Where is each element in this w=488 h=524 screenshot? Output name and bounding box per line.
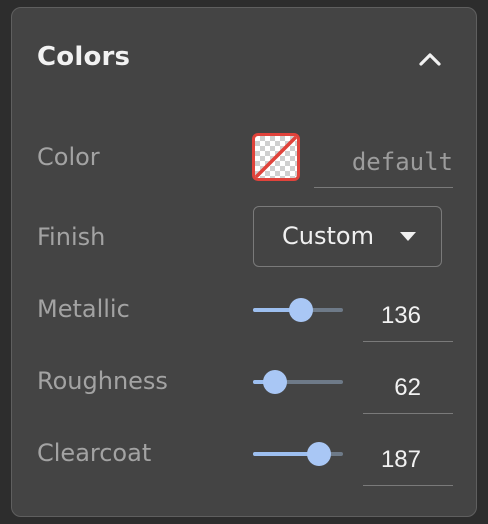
colors-panel: Colors Color Finish Custom Metallic Roug…: [11, 7, 477, 517]
slider-thumb[interactable]: [288, 298, 313, 322]
color-swatch[interactable]: [252, 133, 300, 181]
slider-thumb[interactable]: [306, 442, 331, 466]
roughness-slider[interactable]: [253, 370, 343, 394]
panel-title: Colors: [37, 42, 131, 72]
clearcoat-slider[interactable]: [253, 442, 343, 466]
roughness-label: Roughness: [37, 367, 168, 395]
finish-selected-value: Custom: [282, 222, 374, 250]
clearcoat-label: Clearcoat: [37, 439, 152, 467]
chevron-up-icon: [419, 53, 441, 66]
collapse-button[interactable]: [416, 48, 444, 70]
metallic-value-input[interactable]: [363, 290, 453, 342]
finish-label: Finish: [37, 223, 106, 251]
metallic-slider[interactable]: [253, 298, 343, 322]
roughness-value-input[interactable]: [363, 362, 453, 414]
finish-select[interactable]: Custom: [253, 206, 442, 267]
metallic-label: Metallic: [37, 295, 130, 323]
no-color-swatch-icon: [255, 136, 297, 178]
caret-down-icon: [400, 232, 416, 241]
slider-thumb[interactable]: [262, 370, 287, 394]
color-input[interactable]: [314, 136, 453, 188]
color-label: Color: [37, 143, 100, 171]
clearcoat-value-input[interactable]: [363, 434, 453, 486]
